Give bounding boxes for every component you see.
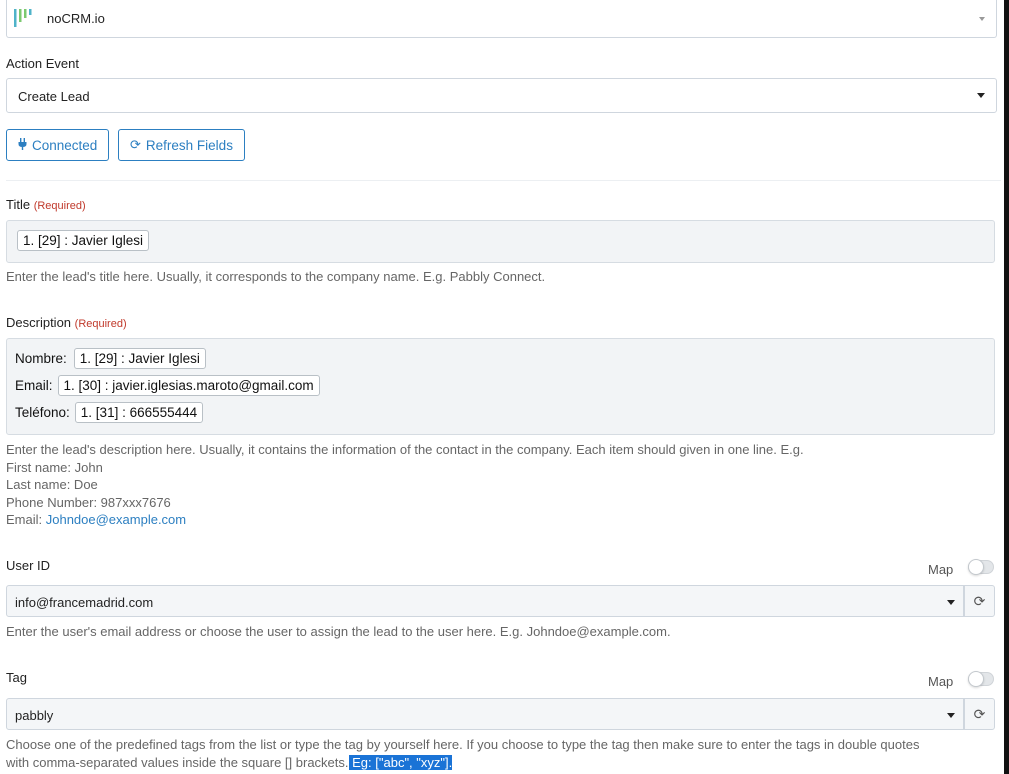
tag-help-text: Choose one of the predefined tags from t…: [6, 737, 920, 770]
app-select-value: noCRM.io: [47, 11, 105, 26]
user-id-map-toggle[interactable]: [968, 559, 994, 575]
user-id-map-label: Map: [928, 562, 954, 577]
description-line: Email: 1. [30] : javier.iglesias.maroto@…: [15, 375, 320, 396]
tag-map-label: Map: [928, 674, 954, 689]
title-help-text: Enter the lead's title here. Usually, it…: [6, 269, 546, 284]
description-variable-chip[interactable]: 1. [30] : javier.iglesias.maroto@gmail.c…: [57, 375, 320, 396]
tag-refresh-button[interactable]: ⟳: [964, 698, 995, 730]
description-help-text: Enter the lead's description here. Usual…: [6, 442, 804, 527]
chevron-down-icon: [947, 600, 955, 605]
chevron-down-icon: [979, 17, 985, 21]
description-line: Teléfono: 1. [31] : 666555444: [15, 402, 204, 423]
tag-value: pabbly: [15, 708, 54, 723]
user-id-select[interactable]: info@francemadrid.com: [6, 585, 964, 617]
chevron-down-icon: [977, 93, 985, 98]
refresh-fields-button[interactable]: ⟳ Refresh Fields: [118, 129, 245, 161]
description-line: Nombre: 1. [29] : Javier Iglesi: [15, 348, 206, 369]
action-event-value: Create Lead: [18, 89, 90, 104]
user-id-refresh-button[interactable]: ⟳: [964, 585, 995, 617]
divider: [6, 180, 1001, 181]
required-marker: (Required): [74, 318, 127, 330]
selected-text-highlight: Eg: ["abc", "xyz"].: [348, 754, 453, 770]
app-select[interactable]: noCRM.io: [6, 0, 997, 38]
refresh-fields-button-label: Refresh Fields: [145, 137, 233, 153]
user-id-label: User ID: [6, 558, 51, 573]
user-id-help-text: Enter the user's email address or choose…: [6, 624, 671, 639]
required-marker: (Required): [33, 200, 86, 212]
window-edge: [1004, 0, 1009, 774]
action-event-label: Action Event: [6, 56, 79, 71]
description-variable-chip[interactable]: 1. [31] : 666555444: [74, 402, 204, 423]
description-label: Description (Required): [6, 315, 127, 330]
user-id-value: info@francemadrid.com: [15, 595, 154, 610]
tag-map-toggle[interactable]: [968, 671, 994, 687]
toggle-knob: [968, 559, 984, 575]
nocrm-logo-icon: [14, 8, 36, 28]
refresh-icon: ⟳: [973, 592, 986, 609]
toggle-knob: [968, 671, 984, 687]
description-input[interactable]: Nombre: 1. [29] : Javier Iglesi Email: 1…: [6, 338, 995, 435]
action-event-select[interactable]: Create Lead: [6, 78, 997, 113]
chevron-down-icon: [947, 713, 955, 718]
example-email-link[interactable]: Johndoe@example.com: [46, 512, 186, 527]
tag-label: Tag: [6, 670, 27, 685]
plug-icon: [18, 137, 27, 153]
connected-button[interactable]: Connected: [6, 129, 110, 161]
title-variable-chip[interactable]: 1. [29] : Javier Iglesi: [17, 230, 150, 251]
connected-button-label: Connected: [32, 137, 98, 153]
refresh-icon: ⟳: [130, 137, 141, 152]
description-variable-chip[interactable]: 1. [29] : Javier Iglesi: [73, 348, 206, 369]
title-label: Title (Required): [6, 197, 86, 212]
refresh-icon: ⟳: [973, 705, 986, 722]
title-input[interactable]: 1. [29] : Javier Iglesi: [6, 220, 995, 263]
tag-select[interactable]: pabbly: [6, 698, 964, 730]
